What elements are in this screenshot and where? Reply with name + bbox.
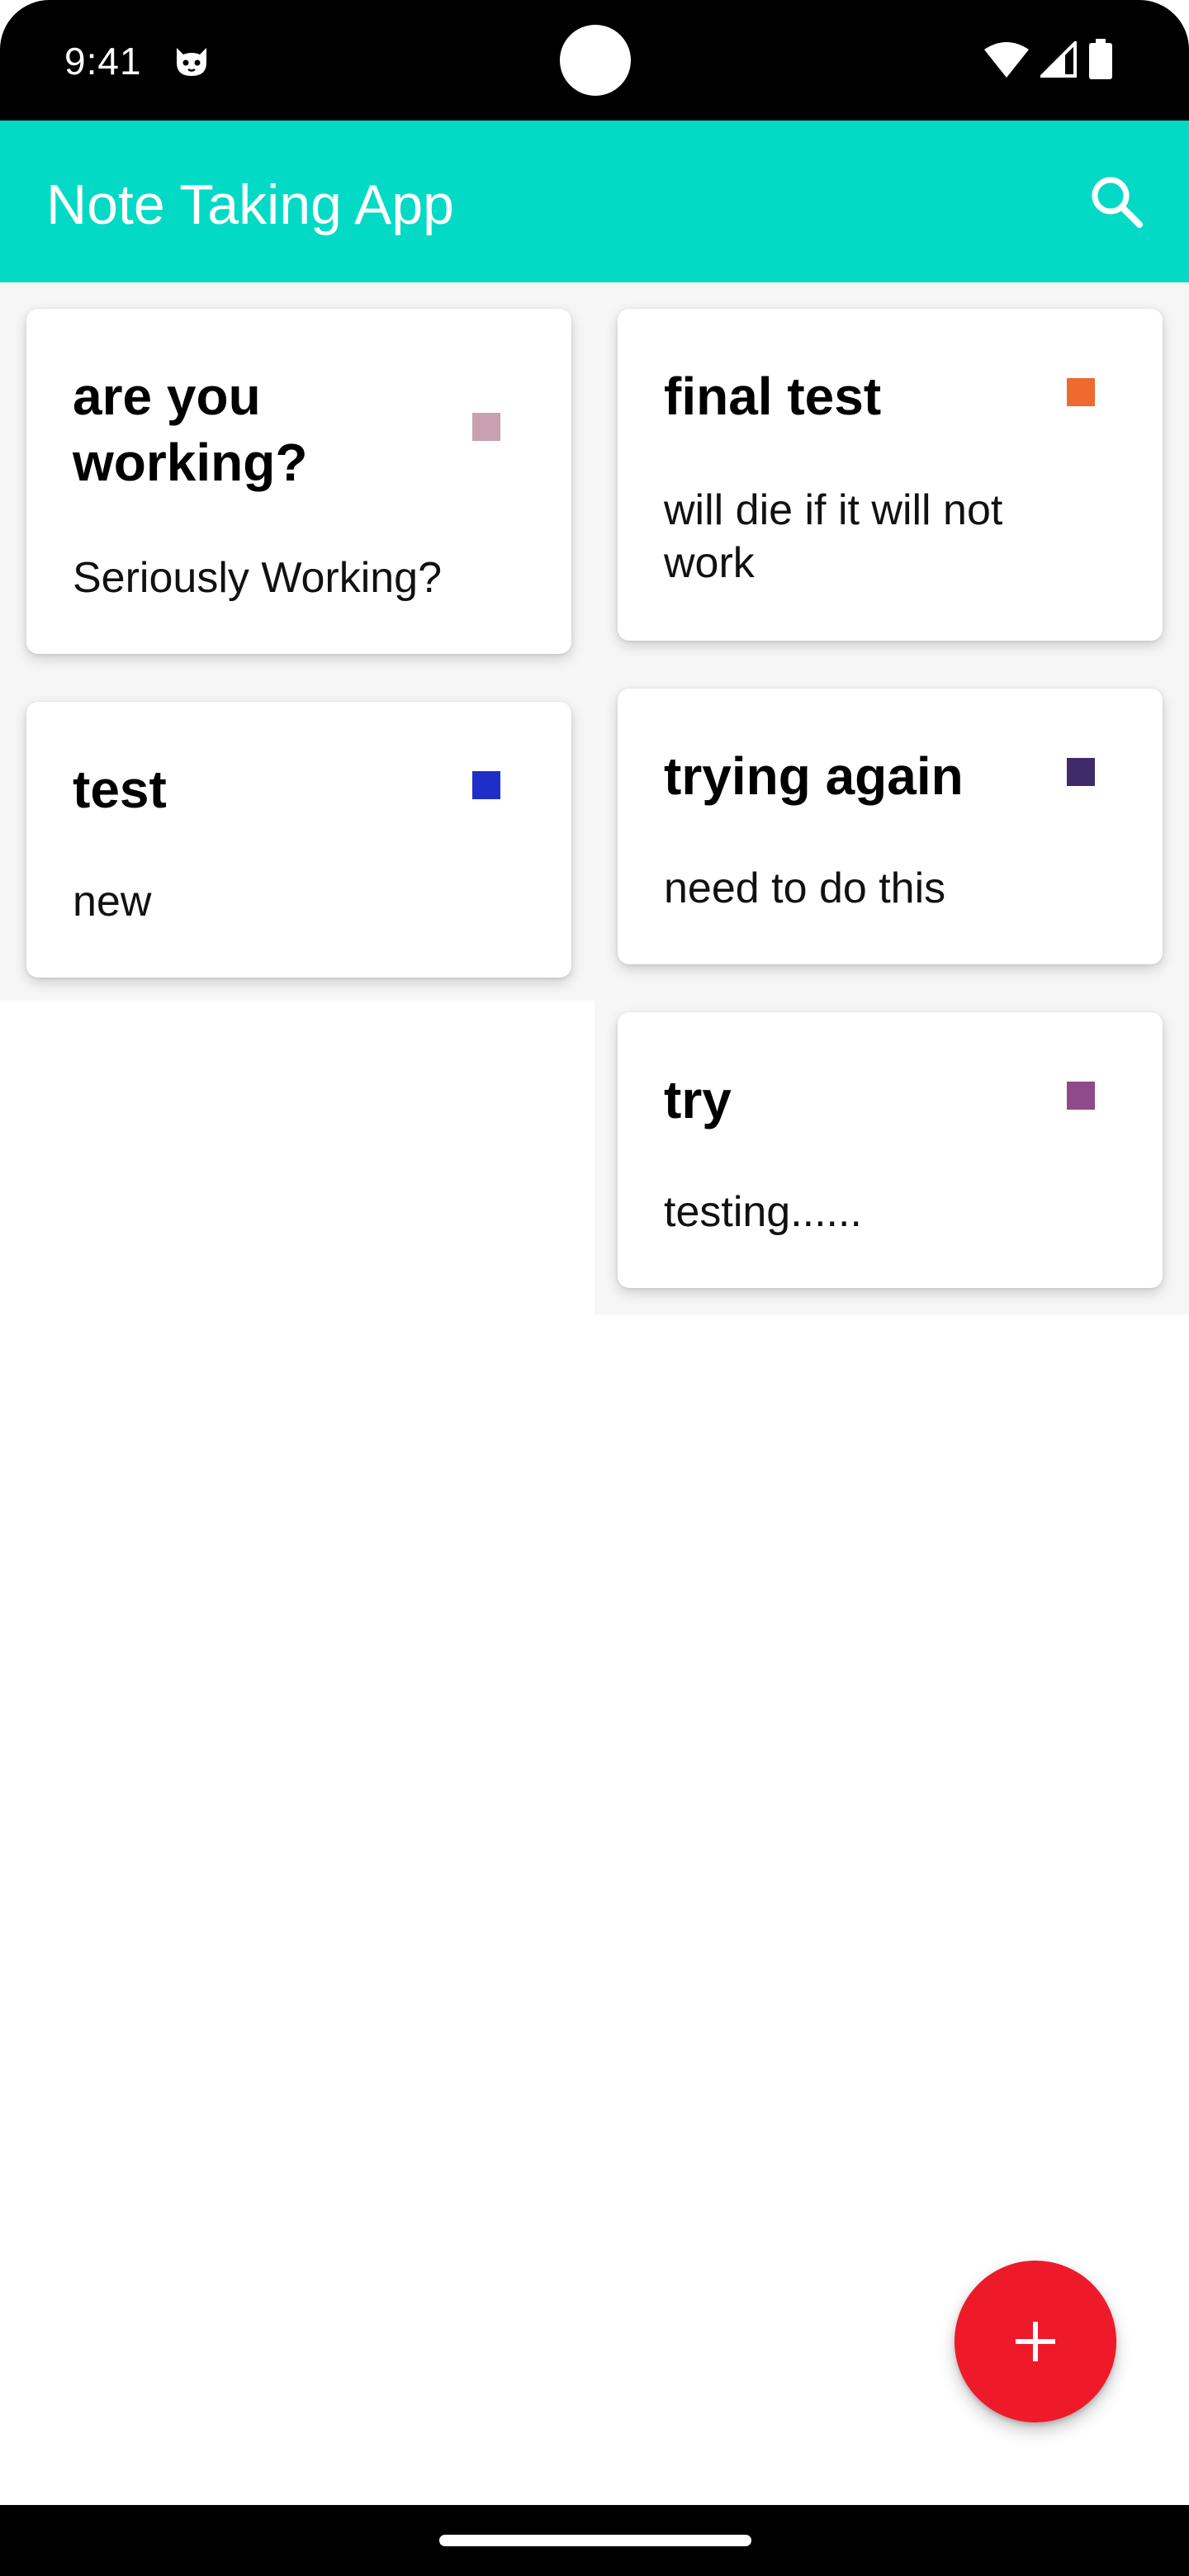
note-card[interactable]: try testing...... [618,1012,1163,1288]
cat-notification-icon [177,48,206,76]
search-icon [1092,177,1143,228]
note-color-indicator [1067,758,1095,786]
note-body: need to do this [664,864,946,912]
app-bar: Note Taking App [0,121,1189,282]
note-title: trying again [664,746,964,806]
note-color-indicator [1067,1082,1095,1110]
note-title: are you working? [73,367,308,492]
status-time: 9:41 [64,40,142,83]
note-color-indicator [472,413,500,441]
note-card[interactable]: trying again need to do this [618,689,1163,964]
plus-icon [1016,2322,1055,2361]
note-card[interactable]: final test will die if it will not work [618,309,1163,641]
note-title: try [664,1070,732,1129]
status-bar: 9:41 [0,0,1189,121]
search-button[interactable] [1078,163,1154,239]
note-body: will die if it will not work [664,486,1003,587]
battery-icon [1089,39,1112,79]
note-title: final test [664,367,882,426]
note-body: Seriously Working? [73,554,443,602]
note-color-indicator [472,771,500,799]
app-title: Note Taking App [46,173,454,236]
note-card[interactable]: are you working? Seriously Working? [26,309,571,654]
camera-cutout [560,25,631,96]
navigation-bar [0,2505,1189,2576]
screen: 9:41 Note Taking App are you working? Se… [0,0,1189,2576]
status-icons [984,36,1113,83]
wifi-icon [984,42,1029,78]
note-body: new [73,878,152,926]
note-title: test [73,760,167,819]
home-indicator[interactable] [439,2535,751,2546]
note-color-indicator [1067,378,1095,406]
note-card[interactable]: test new [26,702,571,978]
note-body: testing...... [664,1188,862,1236]
cellular-signal-icon [1040,41,1077,78]
add-note-button[interactable] [955,2261,1116,2422]
